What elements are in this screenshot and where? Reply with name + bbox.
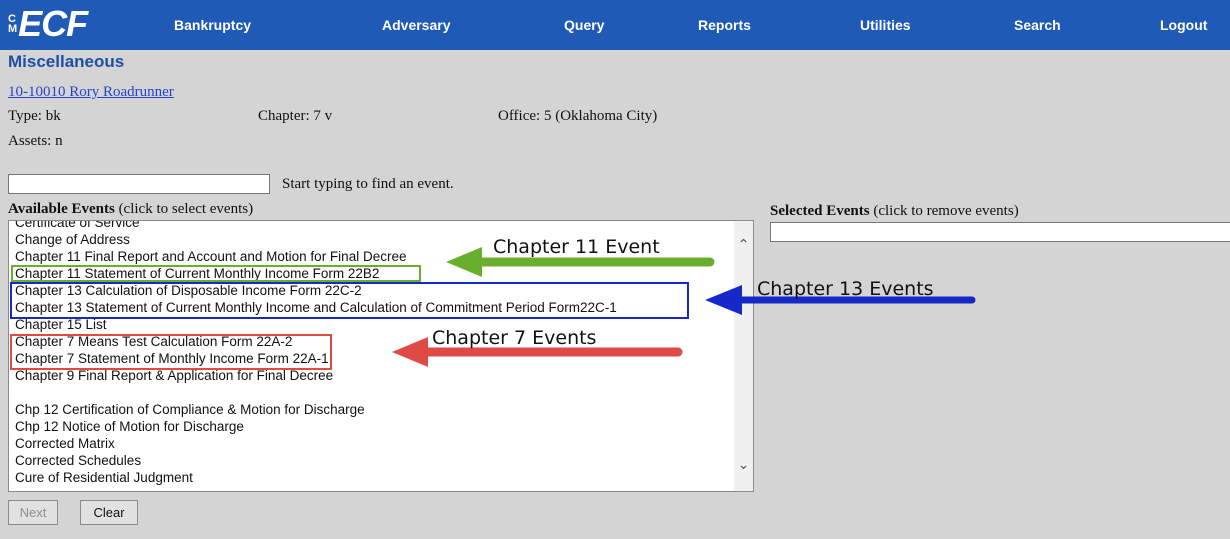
annotation-arrows [392, 247, 976, 367]
chapter-7-callout: Chapter 7 Events [432, 327, 597, 349]
chapter-13-callout: Chapter 13 Events [757, 278, 934, 300]
chapter-11-callout: Chapter 11 Event [493, 236, 660, 258]
